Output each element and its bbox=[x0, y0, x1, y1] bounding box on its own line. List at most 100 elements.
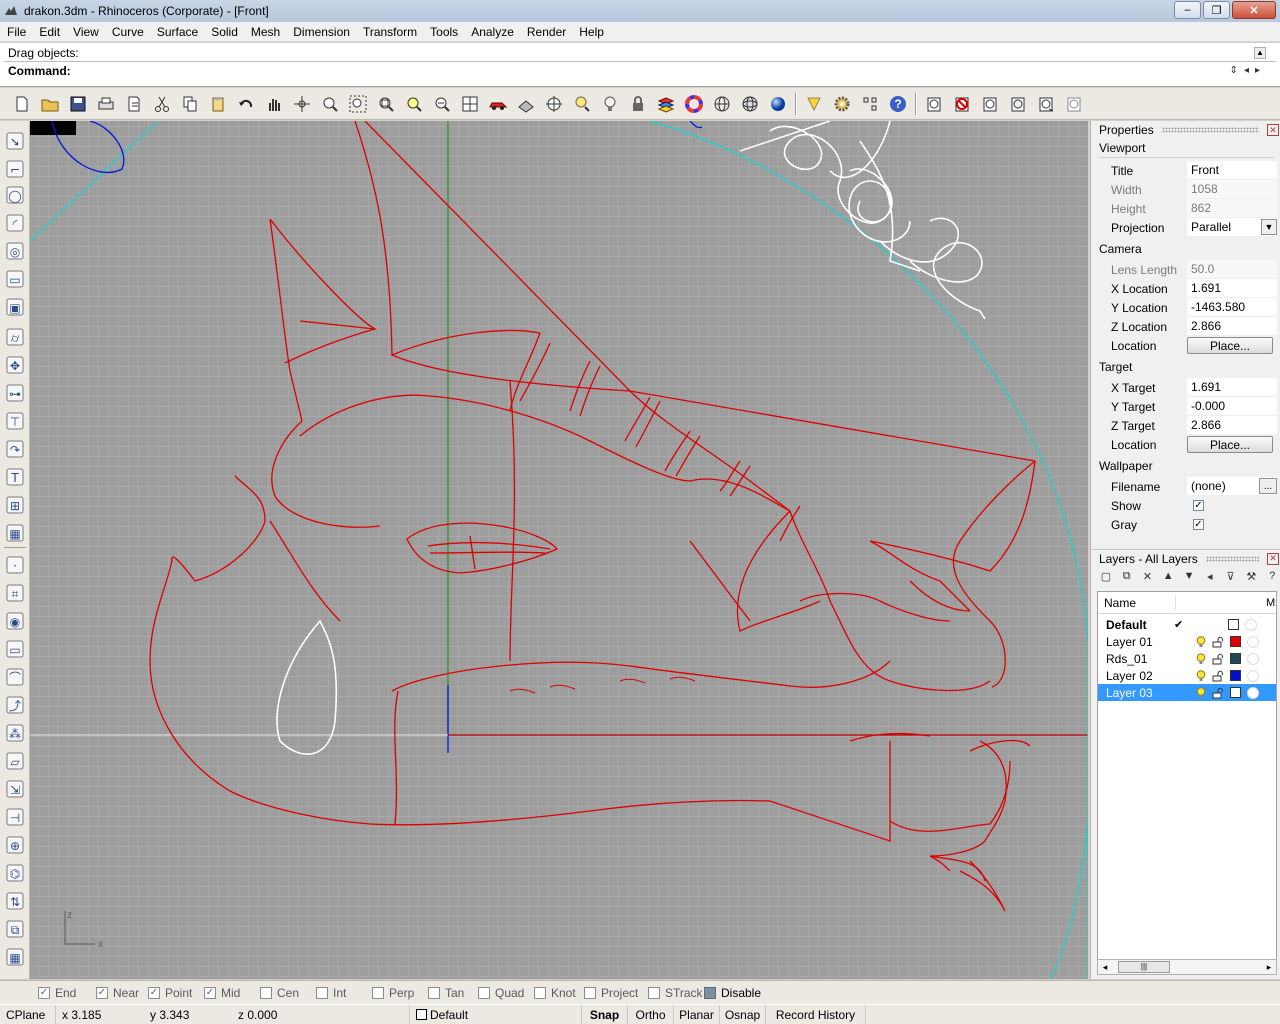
osnap-checkbox[interactable] bbox=[584, 986, 596, 999]
layer-color-swatch[interactable] bbox=[1230, 653, 1241, 664]
move-up-icon[interactable]: ▲ bbox=[1161, 569, 1175, 583]
polyline-icon[interactable]: ⌐ bbox=[3, 157, 27, 181]
new-icon[interactable] bbox=[8, 91, 36, 117]
point-icon[interactable]: · bbox=[3, 553, 27, 577]
layers-help-icon[interactable]: ? bbox=[1265, 569, 1279, 583]
menu-file[interactable]: File bbox=[0, 25, 32, 39]
osnap-checkbox[interactable] bbox=[372, 986, 384, 999]
target-z-field[interactable]: 2.866 bbox=[1187, 416, 1277, 435]
transform-icon[interactable]: ⇲ bbox=[3, 777, 27, 801]
camera-y-location-field[interactable]: -1463.580 bbox=[1187, 298, 1277, 317]
osnap-toggle[interactable]: Osnap bbox=[720, 1004, 766, 1024]
layer-color-swatch[interactable] bbox=[1230, 687, 1241, 698]
command-next-arrow-icon[interactable]: ▸ bbox=[1255, 65, 1260, 76]
layer-color-swatch[interactable] bbox=[1230, 636, 1241, 647]
face-icon-4[interactable] bbox=[1004, 91, 1032, 117]
wallpaper-browse-button[interactable]: ... bbox=[1259, 478, 1277, 494]
face-icon-1[interactable] bbox=[920, 91, 948, 117]
osnap-checkbox[interactable] bbox=[428, 986, 440, 999]
layers-close-icon[interactable]: ✕ bbox=[1267, 552, 1279, 565]
unlock-icon[interactable] bbox=[1212, 653, 1224, 665]
osnap-checkbox[interactable] bbox=[478, 986, 490, 999]
layers-m-column[interactable]: M bbox=[1266, 597, 1275, 609]
move-out-icon[interactable]: ◂ bbox=[1203, 569, 1217, 583]
undo-view-icon[interactable] bbox=[428, 91, 456, 117]
bulb-icon[interactable] bbox=[596, 91, 624, 117]
four-viewports-icon[interactable] bbox=[456, 91, 484, 117]
layer-material-icon[interactable] bbox=[1247, 686, 1259, 699]
osnap-checkbox[interactable]: ✓ bbox=[96, 986, 108, 999]
menu-analyze[interactable]: Analyze bbox=[464, 25, 520, 39]
array-icon[interactable]: ⊕ bbox=[3, 833, 27, 857]
menu-help[interactable]: Help bbox=[572, 25, 610, 39]
gear-icon[interactable] bbox=[828, 91, 856, 117]
layer-material-icon[interactable] bbox=[1247, 652, 1259, 665]
command-history-scroll-up[interactable]: ▲ bbox=[1254, 47, 1266, 59]
panel-grip[interactable] bbox=[1205, 555, 1259, 562]
pan-icon[interactable] bbox=[260, 91, 288, 117]
menu-render[interactable]: Render bbox=[520, 25, 572, 39]
lock-icon[interactable] bbox=[624, 91, 652, 117]
menu-curve[interactable]: Curve bbox=[105, 25, 150, 39]
osnap-knot[interactable]: Knot bbox=[534, 986, 584, 1000]
rectangle-icon[interactable]: ▭ bbox=[3, 267, 27, 291]
move-icon[interactable]: ⇅ bbox=[3, 889, 27, 913]
group-icon[interactable]: ⊞ bbox=[3, 493, 27, 517]
planar-toggle[interactable]: Planar bbox=[674, 1004, 720, 1024]
tools-icon[interactable]: ⚒ bbox=[1244, 569, 1258, 583]
light-cone-icon[interactable] bbox=[800, 91, 828, 117]
osnap-point[interactable]: ✓ Point bbox=[148, 986, 204, 1000]
undo-icon[interactable] bbox=[232, 91, 260, 117]
new-layer-icon[interactable]: ▢ bbox=[1099, 569, 1113, 583]
face-icon-5[interactable] bbox=[1032, 91, 1060, 117]
cplane-indicator[interactable]: CPlane bbox=[0, 1004, 56, 1024]
osnap-checkbox[interactable]: ✓ bbox=[204, 986, 216, 999]
cable-icon[interactable]: ⊶ bbox=[3, 381, 27, 405]
sphere-cluster-icon[interactable]: ⁂ bbox=[3, 721, 27, 745]
layers-horizontal-scrollbar[interactable]: ◂ ||| ▸ bbox=[1097, 959, 1277, 975]
layers-name-column[interactable]: Name bbox=[1098, 595, 1176, 610]
cut-icon[interactable] bbox=[148, 91, 176, 117]
cylinder-icon[interactable]: ⌭ bbox=[3, 325, 27, 349]
face-icon-2[interactable] bbox=[948, 91, 976, 117]
layer-name[interactable]: Layer 02 bbox=[1098, 669, 1194, 683]
osnap-near[interactable]: ✓ Near bbox=[96, 986, 148, 1000]
scroll-right-icon[interactable]: ▸ bbox=[1262, 962, 1276, 973]
save-icon[interactable] bbox=[64, 91, 92, 117]
lightbulb-icon[interactable] bbox=[1196, 652, 1206, 665]
dimension-icon[interactable]: ⊣ bbox=[3, 805, 27, 829]
menu-view[interactable]: View bbox=[66, 25, 105, 39]
circle-center-icon[interactable]: ◉ bbox=[3, 609, 27, 633]
tee-icon[interactable]: ⊤ bbox=[3, 409, 27, 433]
osnap-checkbox[interactable] bbox=[316, 986, 328, 999]
layer-material-icon[interactable] bbox=[1247, 669, 1259, 682]
select-arrow-icon[interactable]: ➘ bbox=[3, 129, 27, 153]
command-spin-icon[interactable]: ⇕ bbox=[1230, 65, 1238, 76]
properties-close-icon[interactable]: ✕ bbox=[1267, 124, 1279, 136]
camera-z-location-field[interactable]: 2.866 bbox=[1187, 317, 1277, 336]
layer-row[interactable]: Layer 01 bbox=[1098, 633, 1276, 650]
close-button[interactable]: ✕ bbox=[1232, 1, 1276, 19]
paste-icon[interactable] bbox=[204, 91, 232, 117]
osnap-end[interactable]: ✓ End bbox=[38, 986, 96, 1000]
osnap-int[interactable]: Int bbox=[316, 986, 372, 1000]
layer-name[interactable]: Layer 03 bbox=[1098, 686, 1194, 700]
zoom-extents-icon[interactable] bbox=[372, 91, 400, 117]
text-icon[interactable]: T bbox=[3, 465, 27, 489]
layers-list[interactable]: Name M Default ✔ Layer 01 Rds_01 Layer 02 Lay… bbox=[1097, 591, 1277, 961]
osnap-checkbox[interactable] bbox=[534, 986, 546, 999]
layer-material-icon[interactable] bbox=[1247, 635, 1259, 648]
panel-grip[interactable] bbox=[1161, 127, 1259, 133]
camera-x-location-field[interactable]: 1.691 bbox=[1187, 279, 1277, 298]
snap-toggle[interactable]: Snap bbox=[582, 1004, 628, 1024]
car-object-icon[interactable] bbox=[484, 91, 512, 117]
color-wheel-icon[interactable] bbox=[680, 91, 708, 117]
wireframe-sphere-icon[interactable] bbox=[708, 91, 736, 117]
osnap-cen[interactable]: Cen bbox=[260, 986, 316, 1000]
boolean-icon[interactable]: ⌬ bbox=[3, 861, 27, 885]
current-layer-indicator[interactable]: Default bbox=[410, 1004, 582, 1024]
layer-row[interactable]: Layer 02 bbox=[1098, 667, 1276, 684]
restore-button[interactable]: ❐ bbox=[1203, 1, 1230, 19]
viewport-front[interactable]: z x bbox=[30, 121, 1088, 979]
scroll-thumb[interactable]: ||| bbox=[1118, 961, 1170, 973]
